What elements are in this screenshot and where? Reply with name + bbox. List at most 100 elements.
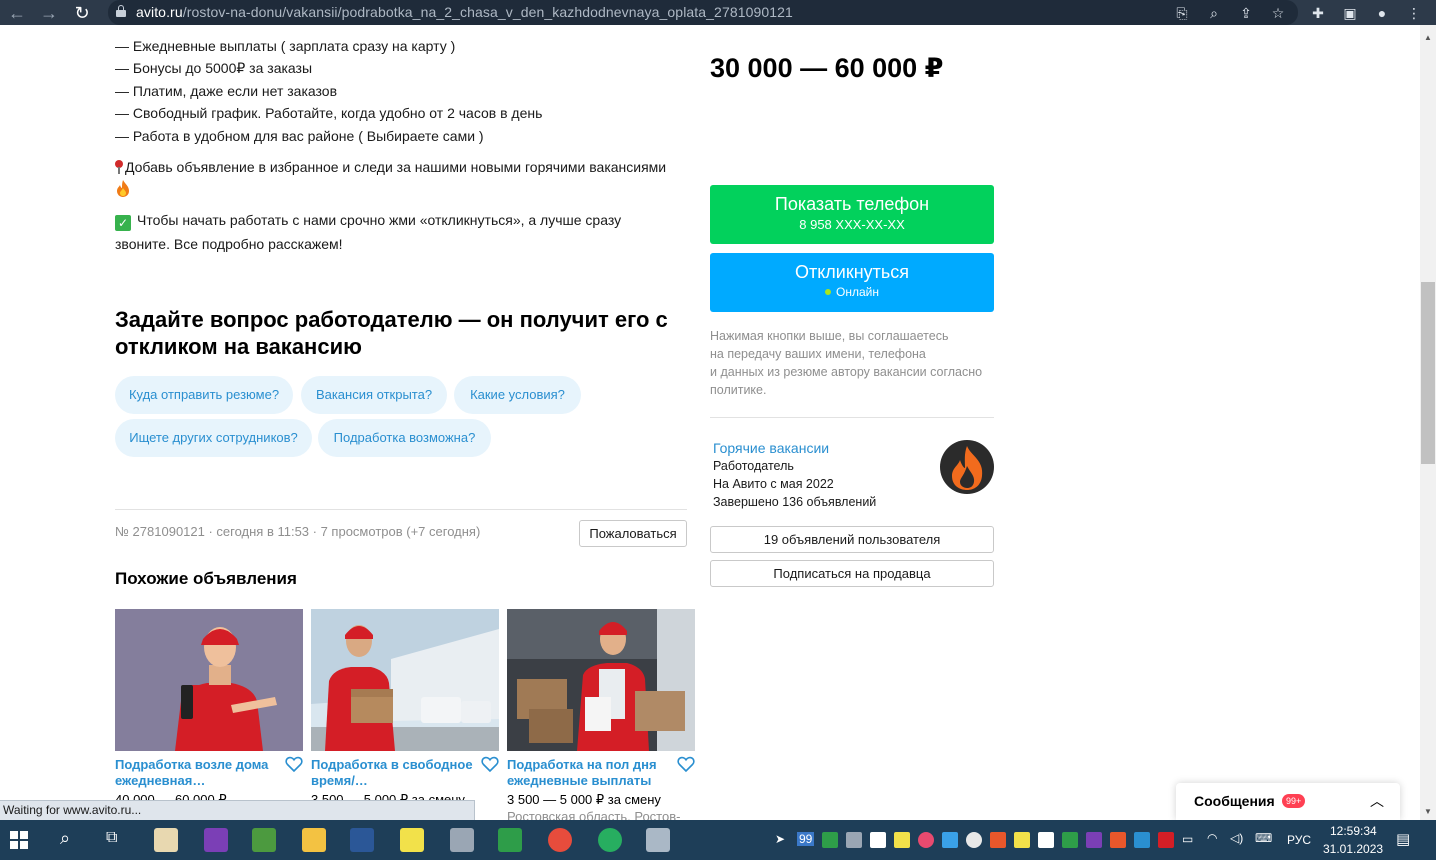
tray-app-icon[interactable] [942, 832, 958, 848]
app-icon[interactable] [450, 828, 474, 852]
tray-app-icon[interactable] [1014, 832, 1030, 848]
question-chip[interactable]: Подработка возможна? [318, 419, 491, 457]
check-mark-icon: ✓ [115, 215, 131, 231]
ad-location: Ростовская область, Ростов- [507, 809, 681, 820]
extensions-icon[interactable]: ✚ [1308, 3, 1328, 23]
explorer-icon[interactable] [302, 828, 326, 852]
volume-icon[interactable]: ◁) [1230, 831, 1243, 845]
share-icon[interactable]: ⇪ [1236, 3, 1256, 23]
scroll-thumb[interactable] [1421, 282, 1435, 464]
forward-icon[interactable]: → [38, 2, 60, 24]
tray-app-icon[interactable] [1038, 832, 1054, 848]
tray-badge[interactable]: 99 [797, 832, 815, 846]
description-line: — Платим, даже если нет заказов [115, 83, 338, 99]
sticky-notes-icon[interactable] [400, 828, 424, 852]
call-note: звоните. Все подробно расскажем! [115, 236, 343, 252]
word-icon[interactable] [350, 828, 374, 852]
similar-ads-title: Похожие объявления [115, 569, 297, 588]
reload-icon[interactable]: ↻ [71, 2, 93, 24]
notifications-icon[interactable]: ▤ [1396, 830, 1410, 848]
tray-app-icon[interactable] [1158, 832, 1174, 848]
ad-title[interactable]: Подработка на пол дня ежедневные выплаты [507, 757, 677, 789]
battery-icon[interactable]: ▭ [1182, 832, 1193, 846]
tray-app-icon[interactable] [1062, 832, 1078, 848]
chrome-icon[interactable] [548, 828, 572, 852]
chrome-profile-icon[interactable] [598, 828, 622, 852]
sheets-icon[interactable] [498, 828, 522, 852]
question-chip[interactable]: Вакансия открыта? [301, 376, 447, 414]
consent-text: Нажимая кнопки выше, вы соглашаетесь на … [710, 329, 983, 397]
show-phone-label: Показать телефон [774, 194, 930, 214]
tray-app-icon[interactable] [846, 832, 862, 848]
scroll-up-icon[interactable]: ▲ [1420, 30, 1436, 46]
bookmark-star-icon[interactable]: ☆ [1268, 3, 1288, 23]
clock-date[interactable]: 31.01.2023 [1323, 842, 1383, 856]
divider [710, 417, 994, 418]
tray-app-icon[interactable] [1110, 832, 1126, 848]
reply-button[interactable]: Откликнуться Онлайн [710, 253, 994, 312]
browser-toolbar: ← → ↻ avito.ru/rostov-na-donu/vakansii/p… [0, 0, 1436, 25]
ad-photo[interactable] [115, 609, 303, 751]
windows-start-icon[interactable] [10, 831, 28, 849]
messages-label: Сообщения [1194, 793, 1275, 809]
lock-icon[interactable] [116, 5, 126, 17]
back-icon[interactable]: ← [6, 2, 28, 24]
seller-name-link[interactable]: Горячие вакансии [713, 440, 829, 456]
menu-icon[interactable]: ⋮ [1404, 3, 1424, 23]
telegram-icon[interactable]: ➤ [775, 832, 785, 846]
notepad-icon[interactable] [252, 828, 276, 852]
seller-completed: Завершено 136 объявлений [713, 495, 877, 509]
scroll-down-icon[interactable]: ▼ [1420, 804, 1436, 820]
tray-app-icon[interactable] [870, 832, 886, 848]
onenote-icon[interactable] [204, 828, 228, 852]
tray-app-icon[interactable] [918, 832, 934, 848]
question-chip[interactable]: Какие условия? [454, 376, 581, 414]
tray-app-icon[interactable] [894, 832, 910, 848]
tray-app-icon[interactable] [990, 832, 1006, 848]
chevron-up-icon[interactable]: ︿ [1370, 791, 1384, 811]
calculator-icon[interactable] [646, 828, 670, 852]
online-status: Онлайн [710, 285, 994, 299]
page-content: — Ежедневные выплаты ( зарплата сразу на… [0, 25, 1420, 820]
favorite-heart-icon[interactable] [285, 755, 303, 773]
phone-masked: 8 958 XXX-XX-XX [799, 217, 905, 232]
question-chip[interactable]: Куда отправить резюме? [115, 376, 293, 414]
subscribe-seller-button[interactable]: Подписаться на продавца [710, 560, 994, 587]
search-icon[interactable]: ⌕ [60, 828, 70, 849]
ad-title[interactable]: Подработка в свободное время/… [311, 757, 481, 789]
tray-app-icon[interactable] [966, 832, 982, 848]
favorite-note: Добавь объявление в избранное и следи за… [115, 159, 666, 175]
favorite-heart-icon[interactable] [481, 755, 499, 773]
clock-time[interactable]: 12:59:34 [1330, 824, 1377, 838]
sidepanel-icon[interactable]: ▣ [1340, 3, 1360, 23]
taskbar: ⌕ ⧉ ➤ 99 ▭ ◠ ◁) ⌨ РУС 12:59:34 31.01.202… [0, 820, 1436, 860]
keyboard-icon[interactable]: ⌨ [1255, 831, 1272, 845]
salary: 30 000 — 60 000 ₽ [710, 53, 944, 83]
tray-app-icon[interactable] [1086, 832, 1102, 848]
tray-app-icon[interactable] [1134, 832, 1150, 848]
show-phone-button[interactable]: Показать телефон 8 958 XXX-XX-XX [710, 185, 994, 244]
address-bar[interactable]: avito.ru/rostov-na-donu/vakansii/podrabo… [108, 0, 1298, 25]
translate-icon[interactable]: ⎘ [1172, 3, 1192, 23]
favorite-heart-icon[interactable] [677, 755, 695, 773]
ad-photo[interactable] [507, 609, 695, 751]
messages-widget[interactable]: Сообщения 99+ ︿ [1176, 783, 1400, 820]
profile-icon[interactable]: ● [1372, 3, 1392, 23]
ad-meta: № 2781090121 · сегодня в 11:53 · 7 просм… [115, 524, 481, 539]
seller-avatar[interactable] [940, 440, 994, 494]
fire-icon [117, 180, 129, 197]
wifi-icon[interactable]: ◠ [1207, 831, 1217, 845]
task-view-icon[interactable]: ⧉ [106, 829, 117, 847]
ad-photo[interactable] [311, 609, 499, 751]
ad-title[interactable]: Подработка возле дома ежедневная… [115, 757, 285, 789]
divider [115, 509, 687, 510]
report-button[interactable]: Пожаловаться [579, 520, 687, 547]
description-line: — Бонусы до 5000₽ за заказы [115, 60, 313, 76]
file-manager-icon[interactable] [154, 828, 178, 852]
language-indicator[interactable]: РУС [1287, 833, 1311, 847]
tray-app-icon[interactable] [822, 832, 838, 848]
seller-ads-button[interactable]: 19 объявлений пользователя [710, 526, 994, 553]
url-text[interactable]: avito.ru/rostov-na-donu/vakansii/podrabo… [136, 4, 793, 20]
question-chip[interactable]: Ищете других сотрудников? [115, 419, 312, 457]
zoom-icon[interactable]: ⌕ [1204, 3, 1224, 23]
